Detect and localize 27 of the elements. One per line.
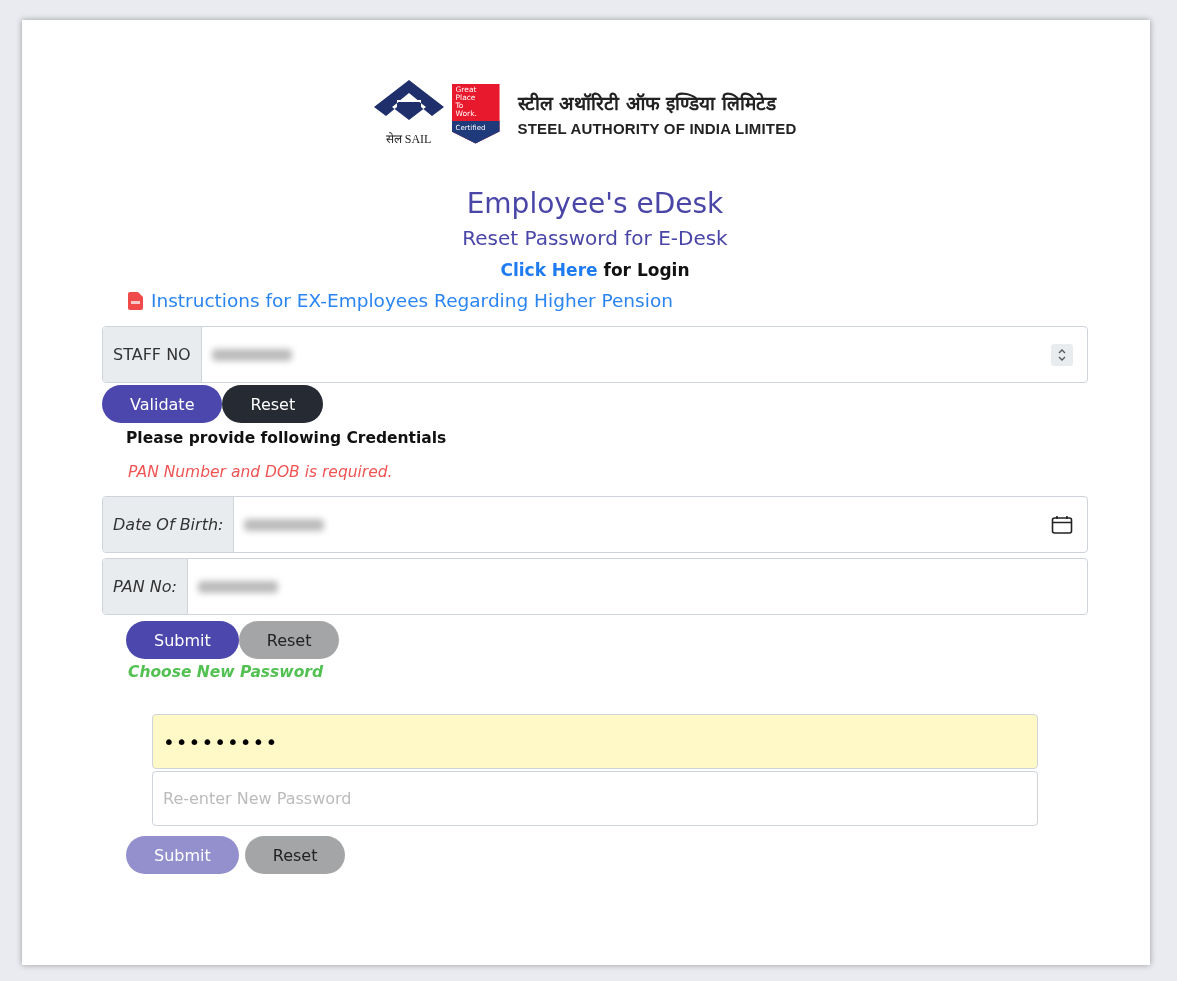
pdf-file-icon [128,291,143,310]
field-label: PAN No: [103,559,188,614]
staff-number-field[interactable]: STAFF NO [102,326,1088,383]
field-label: STAFF NO [103,327,202,382]
field-label: Date Of Birth: [103,497,235,552]
instructions-link[interactable]: Instructions for EX-Employees Regarding Higher Pension [151,290,673,311]
reset-button[interactable]: Reset [222,385,324,423]
logo-text: सेल SAIL [385,131,432,147]
login-link[interactable]: Click Here [500,260,598,280]
page-subtitle: Reset Password for E-Desk [462,226,728,250]
login-text: for Login [603,260,690,280]
password-heading: Choose New Password [128,663,325,681]
date-field[interactable]: Date Of Birth: [102,496,1088,553]
reset-button[interactable]: Reset [238,621,340,659]
credentials-heading: Please provide following Credentials [126,429,448,447]
password-field[interactable]: Re-enter New Password [152,771,1038,826]
company-name: STEEL AUTHORITY OF INDIA LIMITED [517,120,797,137]
page-title: Employee's eDesk [466,187,724,220]
submit-button[interactable]: Submit [126,621,239,659]
error-message: PAN Number and DOB is required. [128,463,394,481]
spinner-icon[interactable] [1051,343,1073,366]
company-name-hindi: स्टील अथॉरिटी ऑफ इण्डिया लिमिटेड [517,91,778,116]
submit-button[interactable]: Validate [102,385,223,423]
calendar-icon[interactable] [1051,514,1073,535]
text-field[interactable]: PAN No: [102,558,1088,615]
password-field[interactable]: ••••••••• [152,714,1038,769]
reset-button[interactable]: Reset [244,836,346,874]
